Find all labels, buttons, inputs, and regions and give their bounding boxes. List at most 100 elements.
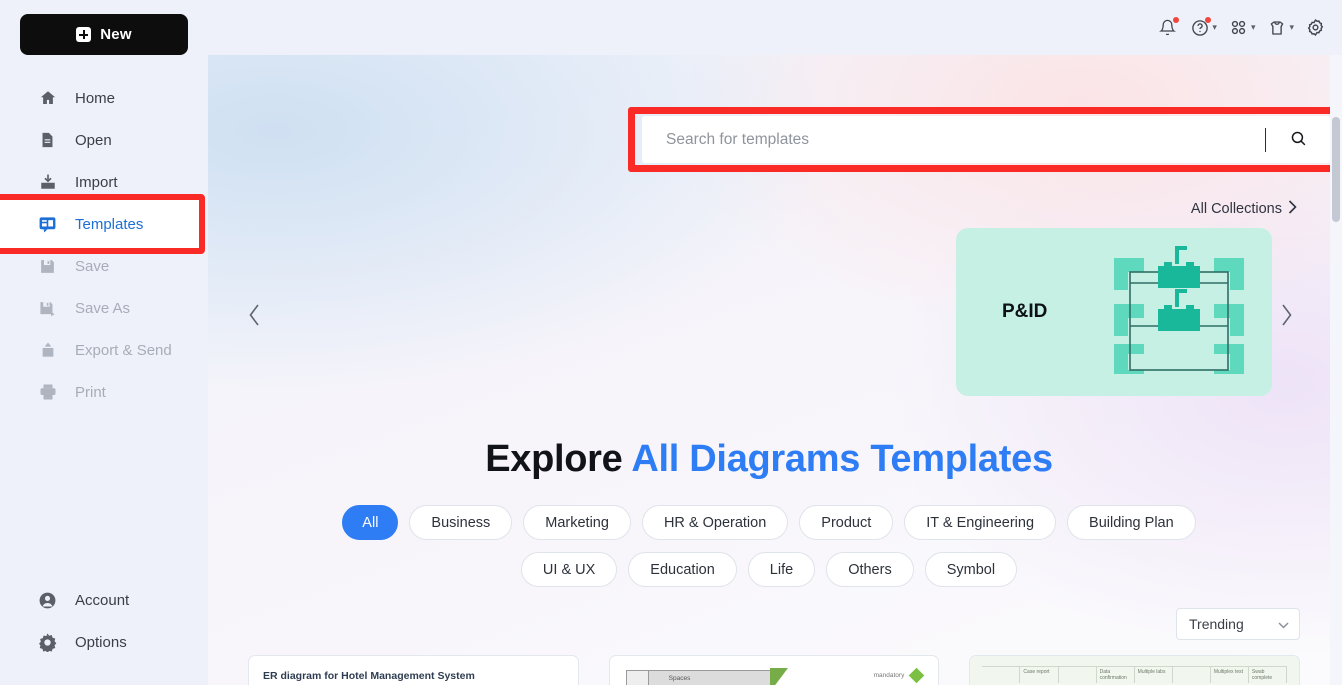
template-preview-table: Case report Data confirmation Multiple l… (970, 656, 1300, 685)
sidebar-item-label: Export & Send (75, 341, 172, 359)
preview-table-cell: Swab complete (1249, 667, 1287, 683)
all-collections-link[interactable]: All Collections (1191, 200, 1297, 218)
page-title: Explore All Diagrams Templates (208, 438, 1330, 481)
chevron-down-icon: ▾ (1250, 22, 1256, 32)
account-icon (38, 591, 57, 610)
template-preview-flowchart: Spaces mandatory (610, 656, 939, 685)
new-button[interactable]: New (20, 14, 188, 55)
template-card-grid: ER diagram for Hotel Management System S… (248, 655, 1301, 685)
sidebar-item-label: Open (75, 131, 112, 149)
collection-card-title: P&ID (1002, 301, 1048, 322)
settings-button[interactable] (1301, 12, 1330, 43)
sidebar-item-label: Options (75, 633, 127, 651)
chevron-down-icon (1278, 616, 1289, 632)
sidebar-item-save-as[interactable]: Save As (0, 287, 208, 329)
sidebar-item-templates[interactable]: Templates (0, 203, 208, 245)
all-collections-label: All Collections (1190, 201, 1282, 217)
preview-table-cell: Case report (1020, 667, 1059, 683)
export-icon (38, 341, 57, 360)
plus-icon (76, 27, 92, 42)
theme-shirt-icon (1266, 17, 1287, 38)
new-button-label: New (100, 26, 132, 43)
preview-table-cell: Data confirmation (1097, 667, 1135, 683)
print-icon (38, 383, 57, 402)
sidebar-item-label: Print (75, 383, 106, 401)
sidebar-item-save[interactable]: Save (0, 245, 208, 287)
chip-it-engineering[interactable]: IT & Engineering (904, 505, 1057, 540)
chevron-down-icon: ▾ (1289, 22, 1294, 32)
sidebar-item-label: Import (75, 173, 118, 191)
sidebar: New Home Open Import Templates Save Save… (0, 0, 208, 685)
preview-table-cell: Multiplex test (1211, 667, 1249, 683)
chip-hr-operation[interactable]: HR & Operation (641, 505, 789, 540)
sidebar-item-account[interactable]: Account (0, 579, 208, 621)
chip-business[interactable]: Business (409, 505, 513, 540)
chip-building-plan[interactable]: Building Plan (1067, 505, 1196, 540)
chip-ui-ux[interactable]: UI & UX (520, 552, 618, 587)
category-filter-row-1: All Business Marketing HR & Operation Pr… (208, 505, 1330, 540)
sidebar-item-home[interactable]: Home (0, 77, 208, 119)
file-icon (38, 131, 57, 150)
main-area: ▾ ▾ ▾ Search for templates All Collectio… (208, 0, 1342, 685)
chevron-down-icon: ▾ (1212, 22, 1217, 32)
preview-table-row: Case report Data confirmation Multiple l… (982, 666, 1288, 683)
vertical-scrollbar-thumb[interactable] (1332, 117, 1340, 222)
preview-box: Spaces (625, 670, 772, 685)
preview-box-left (626, 671, 649, 685)
sidebar-item-export-and-send[interactable]: Export & Send (0, 329, 208, 371)
template-card[interactable]: Case report Data confirmation Multiple l… (969, 655, 1301, 685)
sidebar-item-label: Save As (75, 299, 131, 317)
chip-marketing[interactable]: Marketing (523, 505, 631, 540)
category-filters: All Business Marketing HR & Operation Pr… (208, 505, 1330, 599)
templates-icon (38, 215, 57, 234)
notification-badge (1173, 17, 1180, 23)
search-icon (1290, 130, 1307, 150)
sort-dropdown[interactable]: Trending (1176, 608, 1300, 640)
settings-gear-icon (1305, 17, 1326, 38)
category-filter-row-2: UI & UX Education Life Others Symbol (208, 552, 1330, 587)
save-icon (38, 257, 57, 276)
help-menu-button[interactable]: ▾ (1185, 12, 1221, 43)
help-badge (1205, 17, 1212, 23)
bell-icon (1157, 17, 1180, 38)
carousel-next-button[interactable] (1280, 303, 1293, 332)
chip-all[interactable]: All (342, 505, 399, 540)
template-card-title: ER diagram for Hotel Management System (263, 670, 475, 682)
carousel-prev-button[interactable] (248, 303, 261, 332)
template-card[interactable]: Spaces mandatory (608, 655, 940, 685)
sidebar-item-options[interactable]: Options (0, 621, 208, 663)
apps-grid-icon (1228, 17, 1249, 38)
notifications-button[interactable] (1153, 12, 1182, 43)
chip-life[interactable]: Life (747, 552, 816, 587)
search-button[interactable] (1266, 116, 1330, 163)
chevron-right-icon (1288, 200, 1297, 218)
explore-prefix: Explore (485, 438, 623, 480)
preview-annotation: mandatory (873, 672, 905, 679)
preview-arrow-icon (769, 668, 788, 685)
chip-education[interactable]: Education (628, 552, 737, 587)
template-card[interactable]: ER diagram for Hotel Management System (248, 655, 579, 685)
sidebar-item-label: Save (75, 257, 110, 275)
sort-value: Trending (1189, 616, 1244, 632)
search-input[interactable] (642, 130, 1265, 149)
gear-icon (38, 632, 57, 652)
explore-highlight: All Diagrams Templates (631, 438, 1053, 480)
sidebar-item-label: Templates (75, 215, 144, 233)
sidebar-item-open[interactable]: Open (0, 119, 208, 161)
preview-table-cell (1173, 667, 1211, 683)
theme-menu-button[interactable]: ▾ (1262, 12, 1298, 43)
preview-table-cell (1059, 667, 1097, 683)
collection-card-pid[interactable]: P&ID (956, 228, 1272, 396)
apps-menu-button[interactable]: ▾ (1224, 12, 1260, 43)
chip-others[interactable]: Others (826, 552, 914, 587)
save-as-icon (38, 299, 57, 318)
sidebar-item-print[interactable]: Print (0, 371, 208, 413)
preview-diamond-icon (909, 667, 925, 684)
vertical-scrollbar-track[interactable] (1330, 55, 1342, 685)
templates-canvas: All Collections P&ID (208, 55, 1330, 685)
sidebar-item-label: Home (75, 89, 116, 107)
search-bar[interactable] (642, 116, 1330, 163)
chip-symbol[interactable]: Symbol (924, 552, 1018, 587)
chip-product[interactable]: Product (799, 505, 894, 540)
